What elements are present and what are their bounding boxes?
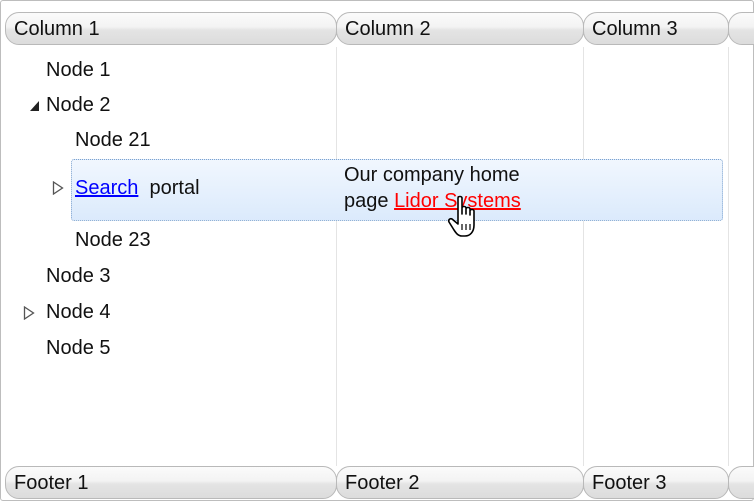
column-divider-3 (728, 47, 729, 466)
search-link[interactable]: Search (75, 177, 138, 199)
column-header-3[interactable]: Column 3 (583, 12, 729, 45)
column-footer-3: Footer 3 (583, 466, 729, 499)
tree-node-2[interactable]: Node 2 (46, 90, 111, 120)
column-footer-1: Footer 1 (5, 466, 337, 499)
triangle-expanded-icon[interactable] (29, 99, 41, 113)
column-header-row: Column 1 Column 2 Column 3 (5, 12, 754, 47)
column-footer-row: Footer 1 Footer 2 Footer 3 (5, 466, 754, 501)
hand-pointer-icon (447, 195, 475, 237)
column-footer-filler (728, 466, 754, 499)
column-divider-2 (583, 47, 584, 466)
treelist-control: Column 1 Column 2 Column 3 Node 1 Node 2… (0, 0, 754, 501)
tree-node-23[interactable]: Node 23 (75, 225, 151, 255)
column-footer-2: Footer 2 (336, 466, 584, 499)
column-divider-1 (336, 47, 337, 466)
tree-node-5[interactable]: Node 5 (46, 333, 111, 363)
portal-text: portal (149, 177, 200, 199)
tree-node-1[interactable]: Node 1 (46, 55, 111, 85)
tree-node-4[interactable]: Node 4 (46, 297, 111, 327)
tree-node-21[interactable]: Node 21 (75, 125, 151, 155)
tree-node-3[interactable]: Node 3 (46, 261, 111, 291)
column-header-filler (728, 12, 754, 45)
tree-node-22[interactable]: Search portal (75, 173, 200, 203)
triangle-collapsed-icon[interactable] (23, 306, 35, 320)
details-line-1: Our company home (344, 164, 520, 186)
page-word: page (344, 190, 389, 212)
column-header-2[interactable]: Column 2 (336, 12, 584, 45)
details-line-2: page Lidor Systems (344, 189, 521, 213)
triangle-collapsed-icon[interactable] (52, 181, 64, 195)
column-header-1[interactable]: Column 1 (5, 12, 337, 45)
